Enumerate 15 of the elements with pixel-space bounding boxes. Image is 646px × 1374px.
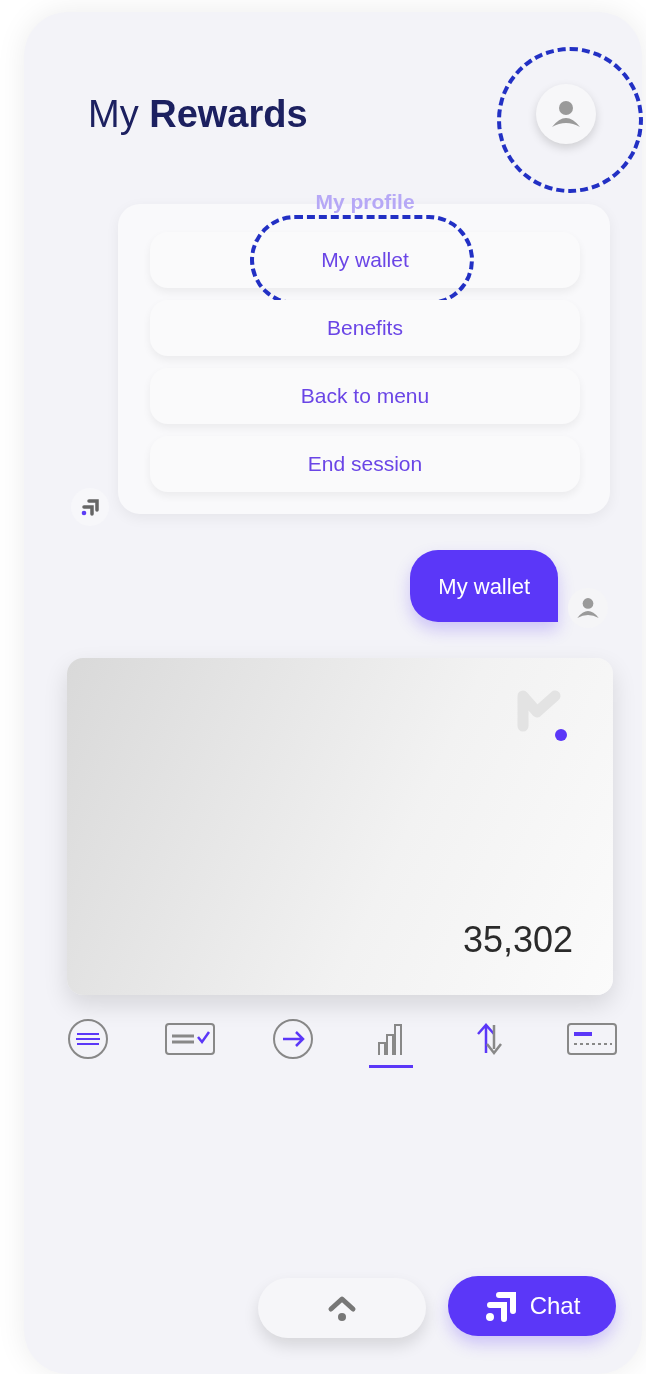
bot-logo-icon [80,498,100,516]
page-title: My Rewards [88,91,308,137]
bot-logo-icon [483,1289,518,1323]
points-balance: 35,302 [462,918,573,962]
card-logo-icon [515,688,567,742]
menu-item-button[interactable]: Benefits [150,300,580,356]
profile-avatar-button[interactable] [536,84,596,144]
user-message-bubble: My wallet [410,550,558,622]
chat-button[interactable]: Chat [448,1276,616,1336]
list-icon [66,1017,110,1061]
arrow-right-icon [270,1017,315,1061]
chevron-up-icon [326,1293,358,1323]
menu-item-button[interactable]: End session [150,436,580,492]
menu-item-button[interactable]: My wallet [150,232,580,288]
menu-item-button[interactable]: Back to menu [150,368,580,424]
